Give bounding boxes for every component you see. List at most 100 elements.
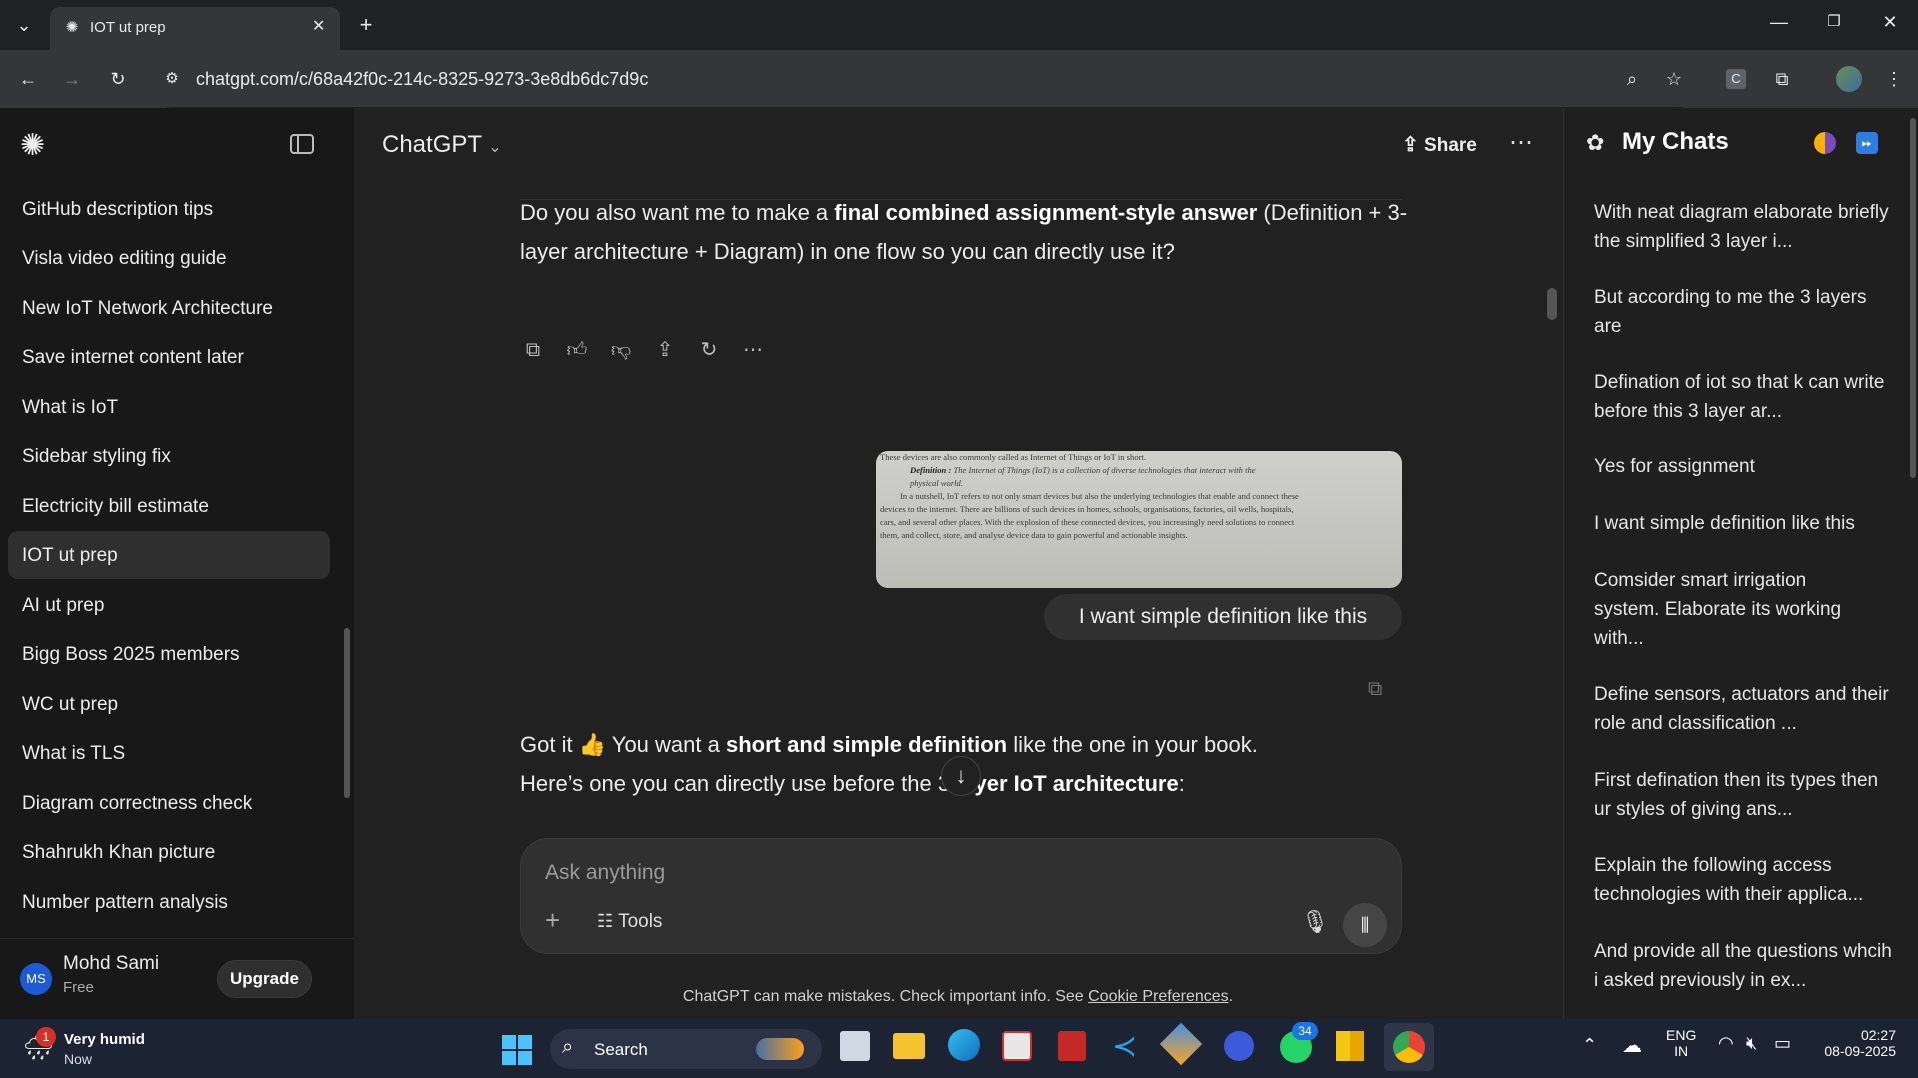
add-attachment-icon[interactable]: +: [545, 905, 560, 936]
chat-list-item[interactable]: With neat diagram elaborate briefly the …: [1594, 198, 1894, 256]
chat-list-item[interactable]: Yes for assignment: [1594, 452, 1894, 481]
vscode-icon[interactable]: ≺: [1112, 1029, 1137, 1064]
scroll-to-bottom-button[interactable]: ↓: [941, 756, 981, 796]
openai-logo-icon[interactable]: ✺: [20, 128, 45, 163]
browser-menu-icon[interactable]: ⋮: [1880, 65, 1908, 93]
sidebar-item-number-pattern-analysis[interactable]: Number pattern analysis: [8, 878, 330, 926]
sidebar-item-save-internet-content-later[interactable]: Save internet content later: [8, 333, 330, 381]
new-tab-icon[interactable]: +: [352, 11, 380, 39]
sidebar-scrollbar[interactable]: [344, 628, 350, 798]
edge-browser-icon[interactable]: [948, 1029, 980, 1061]
chrome-taskbar-button[interactable]: [1384, 1023, 1434, 1071]
battery-icon[interactable]: ▭: [1774, 1033, 1791, 1054]
chat-scrollbar[interactable]: [1547, 288, 1557, 320]
back-icon[interactable]: ←: [14, 65, 42, 93]
forward-icon[interactable]: →: [58, 65, 86, 93]
tab-close-icon[interactable]: ✕: [312, 16, 325, 36]
msi-app-icon[interactable]: [1058, 1031, 1086, 1061]
regenerate-icon[interactable]: ↻: [696, 337, 722, 363]
chat-list-item[interactable]: Explain the following access technologie…: [1594, 851, 1894, 909]
sidebar-item-what-is-iot[interactable]: What is IoT: [8, 383, 330, 431]
assistant-message: Do you also want me to make a final comb…: [520, 193, 1410, 271]
model-selector[interactable]: ChatGPT ⌄: [382, 131, 502, 159]
share-button[interactable]: ⇪ Share: [1402, 132, 1477, 157]
minimize-window-icon[interactable]: —: [1765, 8, 1793, 36]
reload-icon[interactable]: ↻: [104, 65, 132, 93]
chat-list-item[interactable]: Define sensors, actuators and their role…: [1594, 680, 1894, 738]
sidebar-item-wc-ut-prep[interactable]: WC ut prep: [8, 680, 330, 728]
chat-list-item[interactable]: But according to me the 3 layers are: [1594, 283, 1894, 341]
chat-list-item[interactable]: Comsider smart irrigation system. Elabor…: [1594, 566, 1864, 653]
onedrive-cloud-icon[interactable]: ☁: [1622, 1033, 1642, 1058]
sidebar-item-what-is-tls[interactable]: What is TLS: [8, 729, 330, 777]
sidebar-item-github-description-tips[interactable]: GitHub description tips: [8, 185, 330, 233]
bookmark-star-icon[interactable]: ☆: [1660, 65, 1688, 93]
volume-muted-icon[interactable]: 🔇︎: [1746, 1033, 1757, 1054]
zoom-icon[interactable]: ⌕: [1618, 65, 1646, 93]
thumbs-down-icon[interactable]: 👎︎: [608, 337, 634, 363]
chat-list-item[interactable]: First defination then its types then ur …: [1594, 766, 1894, 824]
sidebar-item-new-iot-network-architecture[interactable]: New IoT Network Architecture: [8, 284, 330, 332]
image-text-line: These devices are also commonly called a…: [880, 452, 1147, 462]
restore-window-icon[interactable]: ❐: [1820, 8, 1848, 36]
voice-mode-button[interactable]: ⫼: [1343, 903, 1387, 947]
microphone-icon[interactable]: 🎙︎: [1301, 909, 1329, 935]
close-window-icon[interactable]: ✕: [1876, 8, 1904, 36]
image-text-line: physical world.: [910, 478, 963, 488]
extensions-puzzle-icon[interactable]: ⧉: [1768, 65, 1796, 93]
cookie-preferences-link[interactable]: Cookie Preferences: [1088, 988, 1229, 1005]
sidebar-item-diagram-correctness-check[interactable]: Diagram correctness check: [8, 779, 330, 827]
browser-tab-active[interactable]: ✺ IOT ut prep ✕: [50, 7, 340, 50]
weather-title[interactable]: Very humid: [64, 1031, 145, 1048]
weather-badge: 1: [36, 1027, 56, 1047]
sidebar-item-electricity-bill-estimate[interactable]: Electricity bill estimate: [8, 482, 330, 530]
left-sidebar: ✺ GitHub description tips Visla video ed…: [0, 108, 354, 1019]
prompt-input[interactable]: Ask anything: [545, 861, 665, 885]
copy-message-icon[interactable]: ⧉: [1368, 678, 1382, 701]
chat-list-item[interactable]: And provide all the questions whcih i as…: [1594, 937, 1894, 995]
sidebar-item-shahrukh-khan-picture[interactable]: Shahrukh Khan picture: [8, 828, 330, 876]
tab-search-dropdown-icon[interactable]: ⌄: [10, 11, 38, 39]
toggle-sidebar-icon[interactable]: [290, 134, 314, 154]
my-chats-panel: ✿ My Chats ⏩︎ With neat diagram elaborat…: [1563, 108, 1918, 1019]
task-view-icon[interactable]: [840, 1031, 870, 1061]
sidebar-item-bigg-boss-2025-members[interactable]: Bigg Boss 2025 members: [8, 630, 330, 678]
user-profile-area[interactable]: MS Mohd Sami Free Upgrade: [0, 938, 354, 1019]
more-options-icon[interactable]: ⋯: [740, 337, 766, 363]
language-indicator[interactable]: ENG IN: [1666, 1027, 1696, 1059]
messenger-app-icon[interactable]: [1224, 1031, 1254, 1061]
tab-title: IOT ut prep: [90, 19, 166, 36]
image-text-line: cars, and several other places. With the…: [880, 517, 1295, 527]
windows-start-icon[interactable]: [502, 1035, 532, 1065]
share-upload-icon[interactable]: ⇪: [652, 337, 678, 363]
copy-icon[interactable]: ⧉: [520, 337, 546, 363]
thumbs-up-icon[interactable]: 👍︎: [564, 337, 590, 363]
git-app-icon[interactable]: [1159, 1022, 1203, 1066]
chat-list-item[interactable]: I want simple definition like this: [1594, 509, 1894, 538]
power-bi-icon[interactable]: [1336, 1031, 1364, 1061]
taskbar-search-box[interactable]: ⌕ Search: [550, 1029, 822, 1069]
clock[interactable]: 02:27 08-09-2025: [1816, 1027, 1896, 1059]
expand-panel-icon[interactable]: ⏩︎: [1856, 132, 1878, 154]
panel-scrollbar[interactable]: [1910, 118, 1916, 478]
site-info-icon[interactable]: ⚙: [158, 65, 186, 93]
show-hidden-icons-icon[interactable]: ⌃: [1582, 1035, 1597, 1056]
conversation-options-icon[interactable]: ⋯: [1509, 128, 1533, 157]
file-explorer-icon[interactable]: [893, 1033, 925, 1059]
profile-avatar[interactable]: [1836, 66, 1862, 92]
share-upload-icon: ⇪: [1402, 134, 1419, 156]
sidebar-item-visla-video-editing-guide[interactable]: Visla video editing guide: [8, 234, 330, 282]
tools-button[interactable]: ☷ Tools: [597, 911, 662, 933]
extension-c-icon[interactable]: C: [1726, 69, 1746, 89]
chat-list-item[interactable]: Defination of iot so that k can write be…: [1594, 368, 1894, 426]
snipping-tool-icon[interactable]: [1002, 1031, 1032, 1061]
upgrade-button[interactable]: Upgrade: [217, 960, 312, 998]
wifi-icon[interactable]: ◠: [1718, 1033, 1734, 1054]
uploaded-textbook-image[interactable]: These devices are also commonly called a…: [876, 451, 1402, 588]
sidebar-item-sidebar-styling-fix[interactable]: Sidebar styling fix: [8, 432, 330, 480]
url-text[interactable]: chatgpt.com/c/68a42f0c-214c-8325-9273-3e…: [196, 69, 648, 90]
sidebar-item-ai-ut-prep[interactable]: AI ut prep: [8, 581, 330, 629]
sidebar-item-iot-ut-prep[interactable]: IOT ut prep: [8, 531, 330, 579]
theme-toggle-icon[interactable]: [1814, 132, 1836, 154]
sidebar-item-label: WC ut prep: [22, 694, 119, 715]
